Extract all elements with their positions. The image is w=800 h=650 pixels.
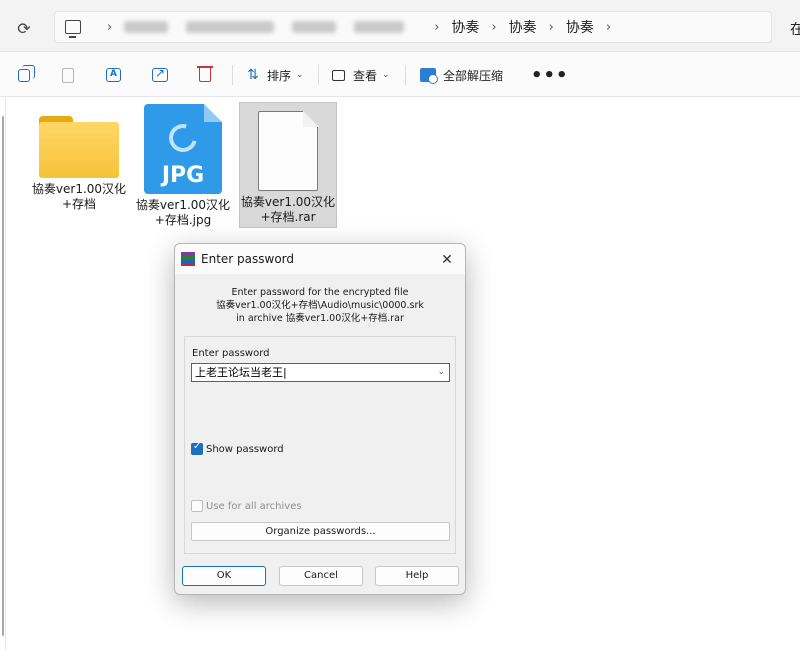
file-tile-jpg[interactable]: JPG 協奏ver1.00汉化 +存档.jpg xyxy=(134,102,232,228)
paste-icon xyxy=(62,67,74,83)
chevron-down-icon[interactable]: ⌄ xyxy=(437,364,445,381)
view-label: 查看 xyxy=(353,68,378,83)
blurred-crumb xyxy=(354,21,405,33)
blurred-crumb xyxy=(186,21,275,33)
rename-button[interactable]: A xyxy=(106,63,121,87)
chevron-right-icon[interactable]: › xyxy=(491,20,496,35)
more-icon: ••• xyxy=(531,64,569,86)
divider xyxy=(405,65,406,85)
organize-passwords-button[interactable]: Organize passwords... xyxy=(191,522,450,541)
info-line: in archive 協奏ver1.00汉化+存档.rar xyxy=(236,313,404,324)
copy-button[interactable] xyxy=(18,63,35,87)
file-name: 協奏ver1.00汉化 +存档.rar xyxy=(240,195,336,224)
dialog-info-text: Enter password for the encrypted file 協奏… xyxy=(175,286,465,325)
sort-label: 排序 xyxy=(267,68,292,83)
blurred-crumb xyxy=(124,21,169,33)
help-button[interactable]: Help xyxy=(375,566,459,586)
chevron-down-icon: ⌄ xyxy=(382,70,390,80)
checkbox-unchecked-icon xyxy=(191,500,203,512)
sort-button[interactable]: ⇅ 排序 ⌄ xyxy=(245,63,304,87)
use-for-all-archives-checkbox[interactable]: Use for all archives xyxy=(191,500,302,512)
extract-all-button[interactable]: 全部解压缩 xyxy=(420,63,503,87)
jpg-file-icon: JPG xyxy=(144,104,222,194)
file-tile-rar[interactable]: 協奏ver1.00汉化 +存档.rar xyxy=(239,102,337,228)
show-password-checkbox[interactable]: Show password xyxy=(191,441,284,455)
cancel-button[interactable]: Cancel xyxy=(279,566,363,586)
paste-button[interactable] xyxy=(62,63,74,87)
file-name: 協奏ver1.00汉化 +存档.jpg xyxy=(135,198,231,227)
enter-password-dialog: Enter password ✕ Enter password for the … xyxy=(174,243,466,595)
folder-icon xyxy=(39,116,119,178)
chevron-right-icon[interactable]: › xyxy=(549,20,554,35)
info-line: 協奏ver1.00汉化+存档\Audio\music\0000.srk xyxy=(216,300,424,311)
this-pc-icon[interactable] xyxy=(65,20,81,38)
blurred-crumb xyxy=(292,21,337,33)
breadcrumb-item[interactable]: 协奏 xyxy=(451,17,479,37)
view-icon xyxy=(332,69,345,81)
address-bar[interactable]: › › 协奏 › 协奏 › 协奏 › xyxy=(54,11,772,43)
close-icon[interactable]: ✕ xyxy=(437,250,457,270)
address-bar-row: ⟳ › › 协奏 › 协奏 › 协奏 › 在 xyxy=(0,0,800,52)
share-button[interactable] xyxy=(152,63,168,87)
share-icon xyxy=(152,66,168,82)
refresh-icon[interactable]: ⟳ xyxy=(12,16,36,40)
extract-icon xyxy=(420,68,438,84)
sort-icon: ⇅ xyxy=(247,67,259,83)
delete-icon xyxy=(197,66,213,82)
password-label: Enter password xyxy=(192,348,270,359)
file-name: 協奏ver1.00汉化 +存档 xyxy=(31,182,127,211)
navigation-pane-edge[interactable] xyxy=(0,98,6,650)
chevron-right-icon[interactable]: › xyxy=(606,20,611,35)
divider xyxy=(232,65,233,85)
password-value: 上老王论坛当老王| xyxy=(195,366,287,379)
jpg-badge: JPG xyxy=(161,163,205,188)
search-box-text[interactable]: 在 xyxy=(790,19,800,39)
winrar-icon xyxy=(181,252,195,266)
chevron-right-icon[interactable]: › xyxy=(434,20,439,35)
more-options-button[interactable]: ••• xyxy=(531,63,569,87)
rename-icon: A xyxy=(106,68,121,82)
breadcrumb-item[interactable]: 协奏 xyxy=(509,17,537,37)
password-panel: Enter password 上老王论坛当老王| ⌄ Show password… xyxy=(184,336,456,554)
password-input[interactable]: 上老王论坛当老王| ⌄ xyxy=(191,363,450,382)
file-tile-folder[interactable]: 協奏ver1.00汉化 +存档 xyxy=(30,102,128,228)
divider xyxy=(318,65,319,85)
chevron-right-icon[interactable]: › xyxy=(107,20,112,35)
dialog-title: Enter password xyxy=(201,252,294,266)
ok-button[interactable]: OK xyxy=(182,566,266,586)
info-line: Enter password for the encrypted file xyxy=(231,287,409,298)
checkbox-checked-icon xyxy=(191,441,203,455)
show-password-label: Show password xyxy=(206,443,284,455)
breadcrumb-item[interactable]: 协奏 xyxy=(566,17,594,37)
view-button[interactable]: 查看 ⌄ xyxy=(332,63,390,87)
copy-icon xyxy=(18,64,35,82)
extract-label: 全部解压缩 xyxy=(443,68,504,83)
use-for-all-label: Use for all archives xyxy=(206,500,302,512)
command-bar: A ⇅ 排序 ⌄ 查看 ⌄ 全部解压缩 ••• xyxy=(0,53,800,97)
dialog-title-bar[interactable]: Enter password xyxy=(175,244,465,275)
rar-file-icon xyxy=(258,110,319,191)
delete-button[interactable] xyxy=(197,63,213,87)
chevron-down-icon: ⌄ xyxy=(296,70,304,80)
